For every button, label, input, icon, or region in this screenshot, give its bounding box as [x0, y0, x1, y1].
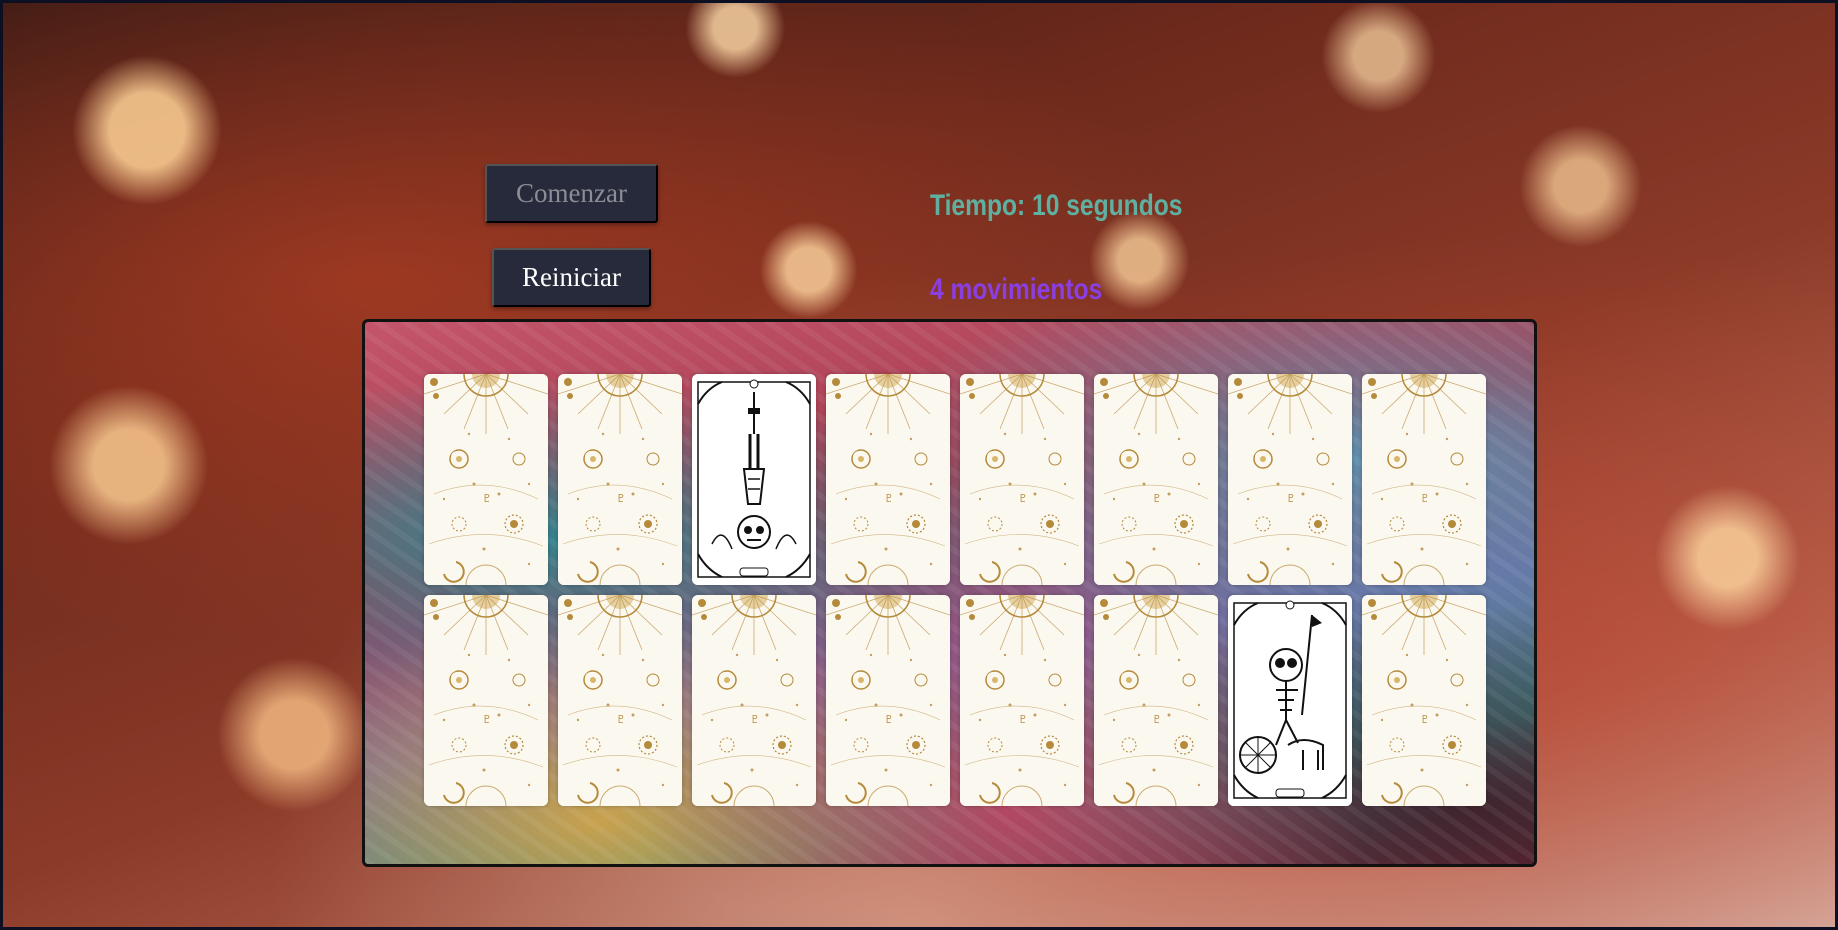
- game-board: [362, 319, 1537, 867]
- memory-card[interactable]: [1362, 595, 1486, 806]
- restart-button[interactable]: Reiniciar: [492, 248, 651, 307]
- memory-card[interactable]: [424, 595, 548, 806]
- card-back-pattern: [424, 595, 548, 806]
- memory-card[interactable]: [558, 595, 682, 806]
- card-back-pattern: [424, 374, 548, 585]
- memory-card[interactable]: [1094, 595, 1218, 806]
- card-back-pattern: [558, 595, 682, 806]
- memory-card[interactable]: [960, 595, 1084, 806]
- memory-card-face-up[interactable]: [692, 374, 816, 585]
- memory-card[interactable]: [826, 374, 950, 585]
- moves-counter: 4 movimientos: [930, 273, 1103, 306]
- card-back-pattern: [558, 374, 682, 585]
- timer-display: Tiempo: 10 segundos: [930, 189, 1183, 222]
- start-button[interactable]: Comenzar: [485, 164, 658, 223]
- card-back-pattern: [1228, 374, 1352, 585]
- card-back-pattern: [692, 595, 816, 806]
- card-back-pattern: [960, 595, 1084, 806]
- memory-card[interactable]: [1094, 374, 1218, 585]
- card-back-pattern: [826, 595, 950, 806]
- memory-card[interactable]: [692, 595, 816, 806]
- memory-card[interactable]: [424, 374, 548, 585]
- tarot-card-face: [1228, 595, 1352, 806]
- card-back-pattern: [960, 374, 1084, 585]
- memory-card[interactable]: [1362, 374, 1486, 585]
- card-back-pattern: [1362, 595, 1486, 806]
- memory-card[interactable]: [960, 374, 1084, 585]
- card-back-pattern: [1362, 374, 1486, 585]
- card-grid: [424, 374, 1486, 806]
- memory-card[interactable]: [1228, 374, 1352, 585]
- card-back-pattern: [1094, 595, 1218, 806]
- memory-card[interactable]: [558, 374, 682, 585]
- tarot-card-face: [692, 374, 816, 585]
- memory-card[interactable]: [826, 595, 950, 806]
- card-back-pattern: [826, 374, 950, 585]
- memory-card-face-up[interactable]: [1228, 595, 1352, 806]
- card-back-pattern: [1094, 374, 1218, 585]
